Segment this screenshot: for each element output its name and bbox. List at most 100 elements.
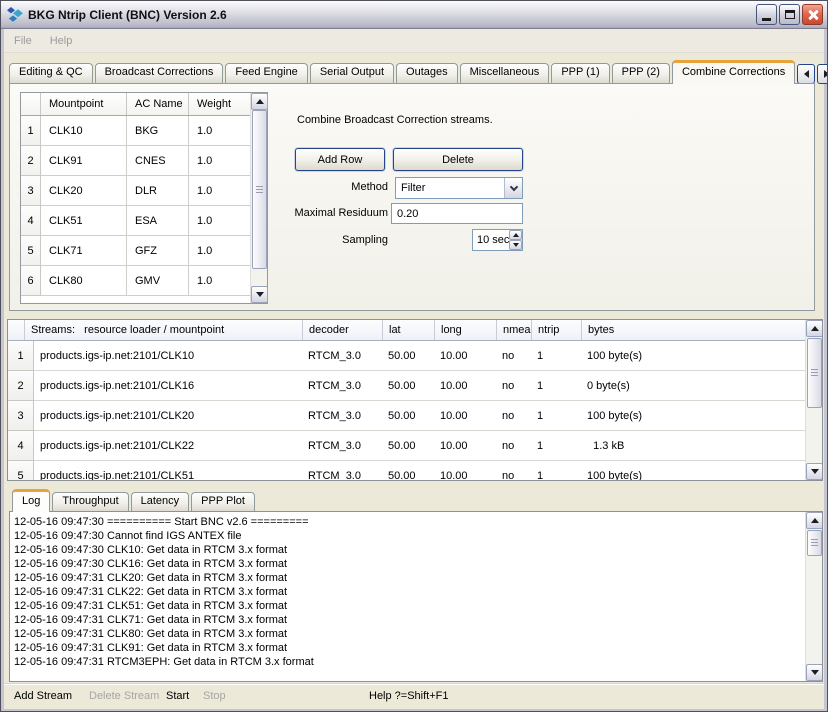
tab-combine-corrections[interactable]: Combine Corrections bbox=[672, 60, 795, 84]
cell-weight[interactable]: 1.0 bbox=[189, 146, 250, 176]
arrow-left-icon bbox=[804, 70, 809, 78]
tab-editing-qc[interactable]: Editing & QC bbox=[9, 63, 93, 84]
tab-ppp-1[interactable]: PPP (1) bbox=[551, 63, 609, 84]
cell-mountpoint[interactable]: CLK80 bbox=[41, 266, 127, 296]
header-decoder[interactable]: decoder bbox=[302, 320, 382, 340]
tab-feed-engine[interactable]: Feed Engine bbox=[225, 63, 307, 84]
delete-button[interactable]: Delete bbox=[393, 148, 523, 171]
scroll-down-button[interactable] bbox=[806, 463, 823, 480]
cell-long: 10.00 bbox=[434, 431, 496, 461]
cell-weight[interactable]: 1.0 bbox=[189, 206, 250, 236]
cell-source: products.igs-ip.net:2101/CLK10 bbox=[34, 341, 302, 371]
cell-mountpoint[interactable]: CLK71 bbox=[41, 236, 127, 266]
scroll-down-button[interactable] bbox=[251, 286, 268, 303]
table-row[interactable]: 6 CLK80 GMV 1.0 bbox=[21, 266, 250, 296]
minimize-button[interactable] bbox=[756, 4, 777, 25]
header-source[interactable]: Streams: resource loader / mountpoint bbox=[24, 320, 302, 340]
log-line: 12-05-16 09:47:31 CLK91: Get data in RTC… bbox=[14, 641, 802, 655]
header-long[interactable]: long bbox=[434, 320, 496, 340]
menu-bar: File Help bbox=[4, 29, 824, 53]
log-scrollbar[interactable] bbox=[805, 512, 822, 681]
scroll-up-button[interactable] bbox=[806, 512, 823, 529]
cell-mountpoint[interactable]: CLK91 bbox=[41, 146, 127, 176]
stream-row[interactable]: 5 products.igs-ip.net:2101/CLK51 RTCM_3.… bbox=[8, 461, 805, 481]
header-mountpoint[interactable]: Mountpoint bbox=[41, 93, 127, 115]
scroll-down-button[interactable] bbox=[806, 664, 823, 681]
cell-ac-name[interactable]: GMV bbox=[127, 266, 189, 296]
start-action[interactable]: Start bbox=[166, 690, 189, 702]
cell-ac-name[interactable]: DLR bbox=[127, 176, 189, 206]
row-number: 3 bbox=[8, 401, 34, 431]
scrollbar-thumb[interactable] bbox=[807, 530, 822, 556]
stream-row[interactable]: 3 products.igs-ip.net:2101/CLK20 RTCM_3.… bbox=[8, 401, 805, 431]
scroll-up-button[interactable] bbox=[251, 93, 268, 110]
table-row[interactable]: 1 CLK10 BKG 1.0 bbox=[21, 116, 250, 146]
scrollbar-thumb[interactable] bbox=[252, 110, 267, 269]
scroll-up-button[interactable] bbox=[806, 320, 823, 337]
table-row[interactable]: 5 CLK71 GFZ 1.0 bbox=[21, 236, 250, 266]
maximize-icon bbox=[785, 10, 795, 19]
add-row-button[interactable]: Add Row bbox=[295, 148, 385, 171]
tab-outages[interactable]: Outages bbox=[396, 63, 458, 84]
tab-scroll-right-button[interactable] bbox=[817, 64, 828, 84]
tab-serial-output[interactable]: Serial Output bbox=[310, 63, 394, 84]
cell-weight[interactable]: 1.0 bbox=[189, 266, 250, 296]
title-bar[interactable]: BKG Ntrip Client (BNC) Version 2.6 bbox=[1, 1, 827, 29]
maximize-button[interactable] bbox=[779, 4, 800, 25]
combine-table-scrollbar[interactable] bbox=[250, 93, 267, 303]
cell-weight[interactable]: 1.0 bbox=[189, 116, 250, 146]
stream-row[interactable]: 1 products.igs-ip.net:2101/CLK10 RTCM_3.… bbox=[8, 341, 805, 371]
maximal-residuum-input[interactable] bbox=[391, 203, 523, 224]
table-row[interactable]: 4 CLK51 ESA 1.0 bbox=[21, 206, 250, 236]
add-stream-action[interactable]: Add Stream bbox=[14, 690, 72, 702]
cell-ac-name[interactable]: CNES bbox=[127, 146, 189, 176]
menu-help[interactable]: Help bbox=[50, 35, 73, 47]
header-corner bbox=[21, 93, 41, 115]
spinner-down-button[interactable] bbox=[509, 240, 522, 250]
menu-file[interactable]: File bbox=[14, 35, 32, 47]
cell-mountpoint[interactable]: CLK10 bbox=[41, 116, 127, 146]
tab-ppp-2[interactable]: PPP (2) bbox=[612, 63, 670, 84]
cell-ac-name[interactable]: GFZ bbox=[127, 236, 189, 266]
tab-scroll-left-button[interactable] bbox=[797, 64, 815, 84]
close-button[interactable] bbox=[802, 4, 823, 25]
stream-row[interactable]: 4 products.igs-ip.net:2101/CLK22 RTCM_3.… bbox=[8, 431, 805, 461]
header-nmea[interactable]: nmea bbox=[496, 320, 531, 340]
cell-ac-name[interactable]: ESA bbox=[127, 206, 189, 236]
stop-action[interactable]: Stop bbox=[203, 690, 226, 702]
window-body: File Help Editing & QC Broadcast Correct… bbox=[1, 29, 827, 712]
header-bytes[interactable]: bytes bbox=[581, 320, 805, 340]
cell-weight[interactable]: 1.0 bbox=[189, 236, 250, 266]
tab-broadcast-corrections[interactable]: Broadcast Corrections bbox=[95, 63, 224, 84]
table-row[interactable]: 3 CLK20 DLR 1.0 bbox=[21, 176, 250, 206]
dropdown-button[interactable] bbox=[504, 178, 522, 198]
cell-decoder: RTCM_3.0 bbox=[302, 461, 382, 481]
streams-scrollbar[interactable] bbox=[805, 320, 822, 480]
cell-mountpoint[interactable]: CLK51 bbox=[41, 206, 127, 236]
delete-stream-action[interactable]: Delete Stream bbox=[89, 690, 159, 702]
method-dropdown[interactable]: Filter bbox=[395, 177, 523, 199]
header-weight[interactable]: Weight bbox=[189, 93, 250, 115]
cell-weight[interactable]: 1.0 bbox=[189, 176, 250, 206]
bottom-tab-bar: Log Throughput Latency PPP Plot bbox=[12, 489, 819, 512]
sampling-spinner[interactable]: 10 sec bbox=[472, 229, 523, 251]
cell-source: products.igs-ip.net:2101/CLK16 bbox=[34, 371, 302, 401]
header-ntrip[interactable]: ntrip bbox=[531, 320, 581, 340]
tab-log[interactable]: Log bbox=[12, 489, 50, 512]
header-lat[interactable]: lat bbox=[382, 320, 434, 340]
header-ac-name[interactable]: AC Name bbox=[127, 93, 189, 115]
spinner-up-button[interactable] bbox=[509, 230, 522, 240]
cell-mountpoint[interactable]: CLK20 bbox=[41, 176, 127, 206]
scrollbar-thumb[interactable] bbox=[807, 338, 822, 408]
tab-throughput[interactable]: Throughput bbox=[52, 492, 128, 512]
stream-row[interactable]: 2 products.igs-ip.net:2101/CLK16 RTCM_3.… bbox=[8, 371, 805, 401]
cell-ac-name[interactable]: BKG bbox=[127, 116, 189, 146]
log-line: 12-05-16 09:47:31 CLK22: Get data in RTC… bbox=[14, 585, 802, 599]
tab-miscellaneous[interactable]: Miscellaneous bbox=[460, 63, 550, 84]
table-row[interactable]: 2 CLK91 CNES 1.0 bbox=[21, 146, 250, 176]
row-number: 1 bbox=[8, 341, 34, 371]
tab-ppp-plot[interactable]: PPP Plot bbox=[191, 492, 255, 512]
cell-lat: 50.00 bbox=[382, 401, 434, 431]
cell-ntrip: 1 bbox=[531, 461, 581, 481]
tab-latency[interactable]: Latency bbox=[131, 492, 190, 512]
